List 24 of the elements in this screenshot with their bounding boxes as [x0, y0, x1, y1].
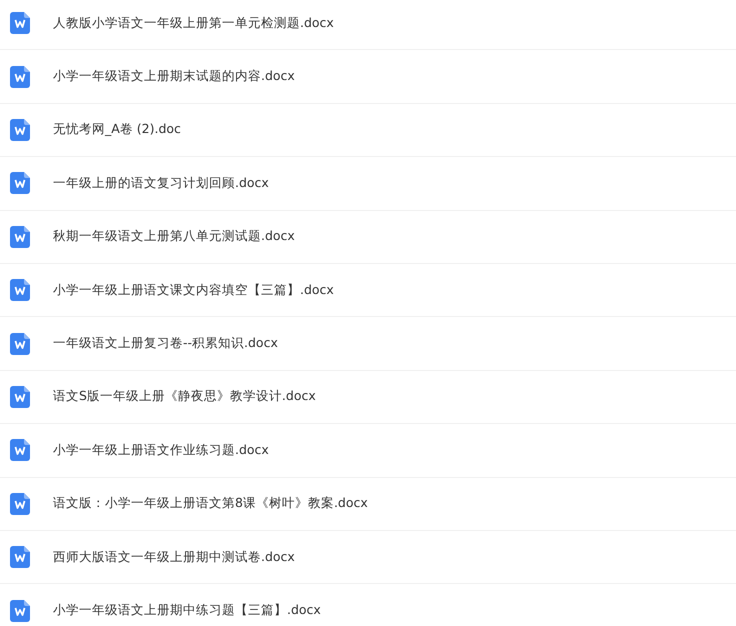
file-name[interactable]: 无忧考网_A卷 (2).doc: [53, 121, 181, 138]
document-icon: [10, 492, 30, 515]
document-icon: [10, 600, 30, 622]
document-icon: [10, 279, 30, 302]
document-icon: [10, 118, 30, 141]
file-name[interactable]: 小学一年级上册语文课文内容填空【三篇】.docx: [53, 282, 334, 299]
document-icon: [10, 332, 30, 355]
file-name[interactable]: 一年级语文上册复习卷--积累知识.docx: [53, 335, 278, 352]
file-name[interactable]: 语文版：小学一年级上册语文第8课《树叶》教案.docx: [53, 495, 368, 512]
document-icon: [10, 439, 30, 462]
file-name[interactable]: 秋期一年级语文上册第八单元测试题.docx: [53, 228, 295, 246]
file-name[interactable]: 一年级上册的语文复习计划回顾.docx: [53, 174, 269, 192]
file-name[interactable]: 小学一年级语文上册期中练习题【三篇】.docx: [53, 602, 321, 620]
file-name[interactable]: 人教版小学语文一年级上册第一单元检测题.docx: [53, 14, 334, 32]
document-icon: [10, 226, 30, 248]
file-name[interactable]: 西师大版语文一年级上册期中测试卷.docx: [53, 548, 295, 566]
document-icon: [10, 172, 30, 194]
document-icon: [10, 66, 30, 88]
file-name[interactable]: 语文S版一年级上册《静夜思》教学设计.docx: [53, 388, 316, 406]
document-icon: [10, 546, 30, 568]
file-name[interactable]: 小学一年级语文上册期末试题的内容.docx: [53, 68, 295, 86]
document-icon: [10, 12, 30, 34]
file-name[interactable]: 小学一年级上册语文作业练习题.docx: [53, 442, 269, 459]
document-icon: [10, 386, 30, 408]
